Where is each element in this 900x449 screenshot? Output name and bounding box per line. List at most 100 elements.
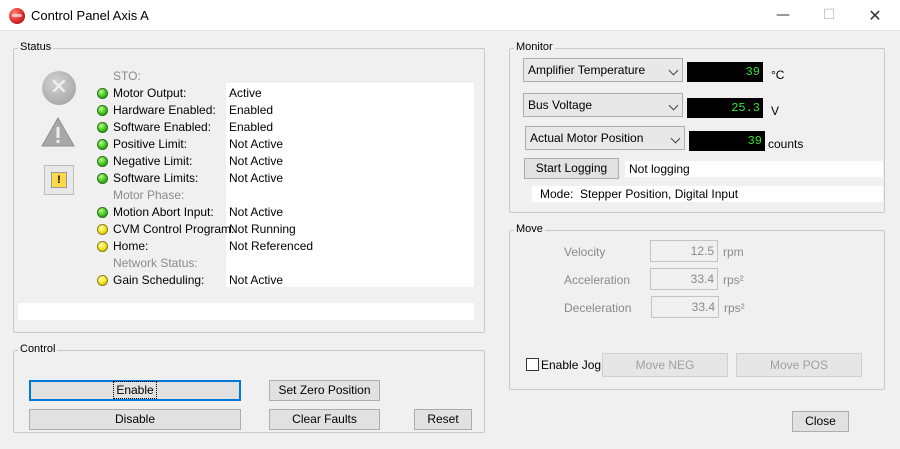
status-label: Motor Output: [113,86,187,100]
status-led-icon [97,275,108,286]
status-value: Enabled [229,120,274,134]
acceleration-label: Acceleration [564,273,631,287]
app-icon [9,8,25,24]
status-label: Software Limits: [113,171,199,185]
logging-status: Not logging [629,162,690,176]
status-led-icon [97,105,108,116]
monitor-readout-3: 39 [689,131,765,151]
mode-label: Mode: [540,187,574,201]
status-label: Home: [113,239,149,253]
enable-jog-label: Enable Jog [541,358,602,372]
move-group-label: Move [514,223,545,235]
mode-value: Stepper Position, Digital Input [580,187,739,201]
status-value: Not Active [229,273,284,287]
move-group: Move Velocity 12.5 rpm Acceleration 33.4… [509,223,885,390]
clear-faults-button[interactable]: Clear Faults [269,409,380,430]
maximize-button[interactable]: ☐ [806,0,852,31]
status-led-icon [97,207,108,218]
monitor-unit-3: counts [768,137,804,151]
monitor-channel-2-value: Bus Voltage [528,98,593,112]
status-label: STO: [113,69,141,83]
status-label: Gain Scheduling: [113,273,205,287]
status-led-icon [97,224,108,235]
velocity-label: Velocity [564,245,606,259]
monitor-readout-1: 39 [687,62,763,82]
status-group-label: Status [18,41,54,53]
status-led-icon [97,156,108,167]
status-label: Software Enabled: [113,120,212,134]
title-bar: Control Panel Axis A — ☐ ✕ [0,0,900,31]
deceleration-label: Deceleration [564,301,632,315]
status-led-icon [97,173,108,184]
control-group: Control Enable Disable Set Zero Position… [13,343,485,433]
status-row: Gain Scheduling: Not Active [94,272,474,289]
chevron-down-icon [668,100,679,111]
monitor-group-label: Monitor [514,41,555,53]
status-value: Not Active [229,205,284,219]
status-label: Motor Phase: [113,188,185,202]
monitor-channel-1-value: Amplifier Temperature [528,63,646,77]
warning-icon [41,116,75,147]
window-title: Control Panel Axis A [31,8,149,23]
monitor-unit-1: °C [771,68,785,82]
status-led-icon [97,88,108,99]
status-value: Not Referenced [229,239,314,253]
velocity-input[interactable]: 12.5 [650,240,718,262]
status-row: Hardware Enabled: Enabled [94,102,474,119]
status-value: Not Running [229,222,296,236]
monitor-channel-3-value: Actual Motor Position [530,131,644,145]
velocity-unit: rpm [723,245,744,259]
enable-jog-checkbox[interactable] [526,358,539,371]
status-row: Software Limits: Not Active [94,170,474,187]
set-zero-position-button[interactable]: Set Zero Position [269,380,380,401]
status-group: Status ✕ ! STO: Motor Output: Active Hardwa… [13,41,485,333]
chevron-down-icon [668,65,679,76]
logging-status-field: Not logging [625,161,883,177]
status-label: Hardware Enabled: [113,103,216,117]
minimize-button[interactable]: — [760,0,806,31]
status-message-bar [18,303,474,320]
acceleration-input[interactable]: 33.4 [650,268,718,290]
enable-button[interactable]: Enable [29,380,241,401]
status-label: CVM Control Program: [113,222,235,236]
control-group-label: Control [18,343,58,355]
close-button[interactable]: Close [792,411,849,432]
start-logging-button[interactable]: Start Logging [524,158,619,179]
status-row: Network Status: [94,255,474,272]
deceleration-unit: rps² [724,301,745,315]
status-row: STO: [94,68,474,85]
status-led-icon [97,241,108,252]
chevron-down-icon [670,133,681,144]
monitor-group: Monitor Amplifier Temperature 39 °C Bus … [509,41,885,213]
status-row: Positive Limit: Not Active [94,136,474,153]
status-row: Motion Abort Input: Not Active [94,204,474,221]
reset-button[interactable]: Reset [414,409,472,430]
status-value: Not Active [229,171,284,185]
status-label: Motion Abort Input: [113,205,214,219]
status-row: Negative Limit: Not Active [94,153,474,170]
alert-indicator-icon[interactable]: ! [44,165,74,195]
monitor-channel-1-select[interactable]: Amplifier Temperature [523,58,683,82]
deceleration-input[interactable]: 33.4 [651,296,719,318]
status-label: Negative Limit: [113,154,193,168]
acceleration-unit: rps² [723,273,744,287]
monitor-unit-2: V [771,104,780,118]
status-row: Software Enabled: Enabled [94,119,474,136]
monitor-channel-3-select[interactable]: Actual Motor Position [525,126,685,150]
fault-icon: ✕ [42,71,76,105]
status-row: Home: Not Referenced [94,238,474,255]
disable-button[interactable]: Disable [29,409,241,430]
move-pos-button[interactable]: Move POS [736,353,862,377]
status-label: Network Status: [113,256,198,270]
status-label: Positive Limit: [113,137,188,151]
move-neg-button[interactable]: Move NEG [602,353,728,377]
alert-glyph: ! [51,172,67,188]
window-close-button[interactable]: ✕ [852,0,898,31]
status-row: Motor Phase: [94,187,474,204]
status-led-icon [97,122,108,133]
mode-field: Mode: Stepper Position, Digital Input [532,186,883,202]
status-value: Not Active [229,137,284,151]
status-value: Enabled [229,103,274,117]
status-led-icon [97,139,108,150]
monitor-channel-2-select[interactable]: Bus Voltage [523,93,683,117]
